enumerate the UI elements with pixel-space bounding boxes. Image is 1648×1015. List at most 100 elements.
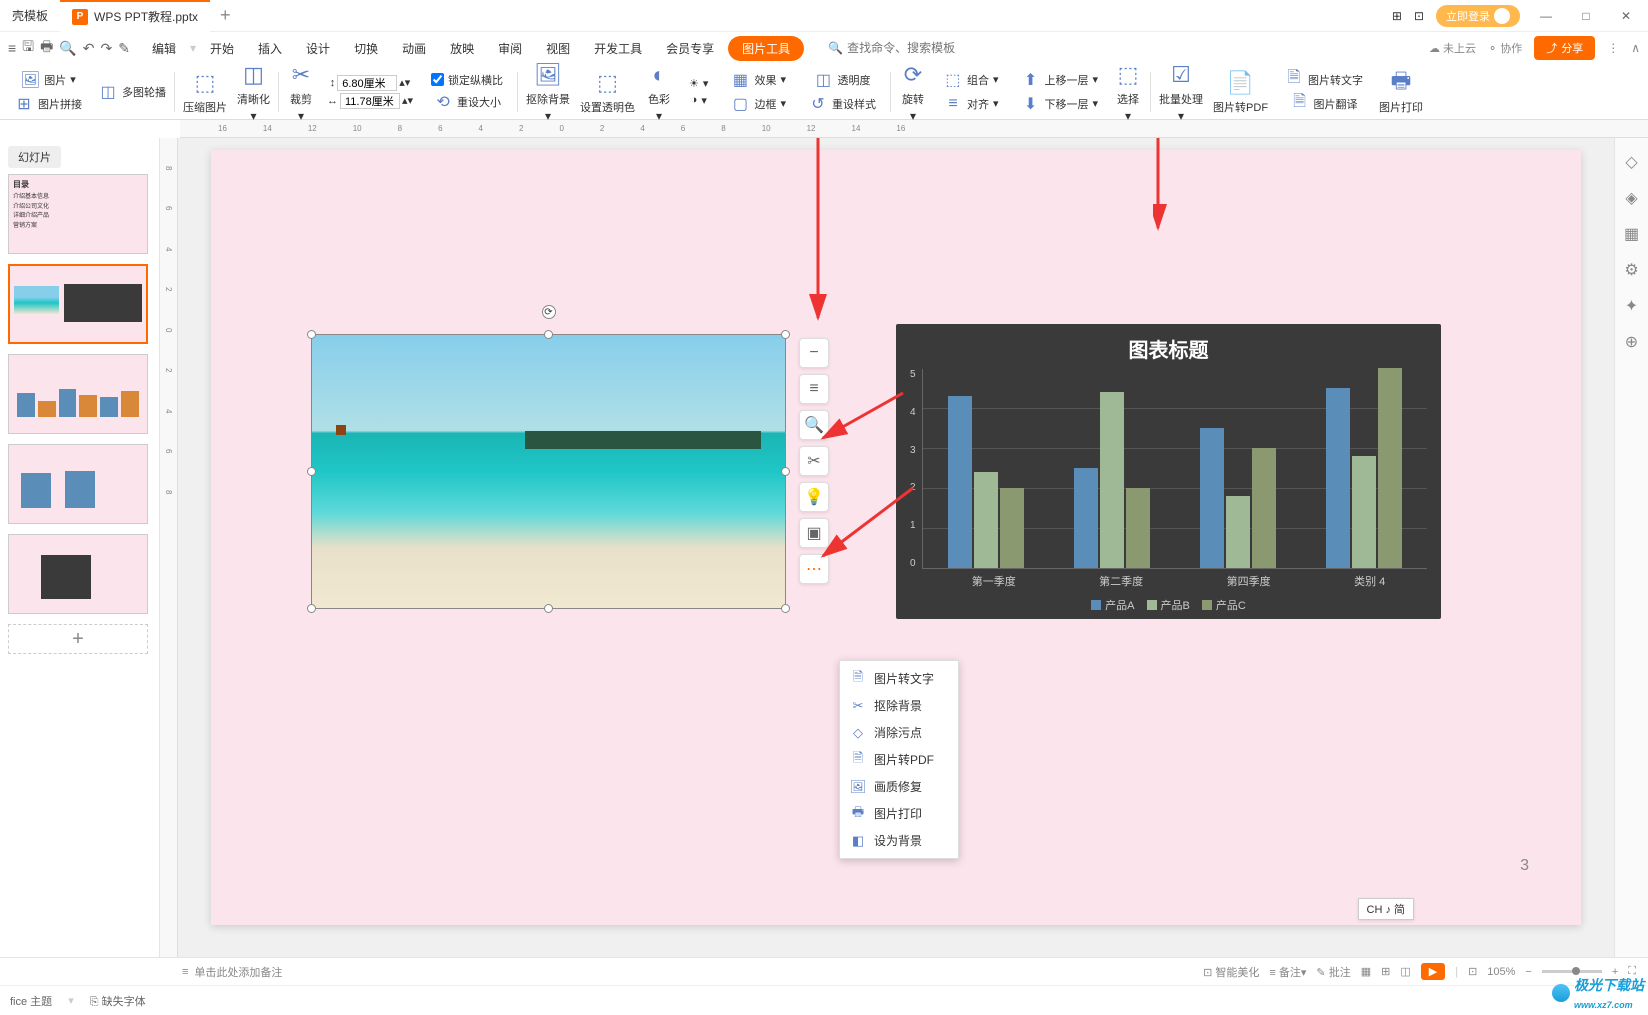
ribbon-lock-ratio[interactable]: 锁定纵横比 (427, 71, 507, 89)
float-minus-button[interactable]: − (799, 338, 829, 368)
add-slide-button[interactable]: + (8, 624, 148, 654)
tab-template[interactable]: 壳模板 (0, 0, 60, 32)
menu-icon[interactable]: ≡ (8, 40, 16, 56)
view-sorter-icon[interactable]: ⊞ (1381, 965, 1390, 978)
float-zoom-button[interactable]: 🔍 (799, 410, 829, 440)
resize-handle[interactable] (544, 330, 553, 339)
collab-button[interactable]: ⚬ 协作 (1488, 40, 1522, 56)
panel-layout-icon[interactable]: ▦ (1622, 224, 1642, 244)
ctx-remove-bg[interactable]: ✂抠除背景 (840, 692, 958, 719)
notes-icon[interactable]: ≡ (182, 966, 188, 978)
search-box[interactable]: 🔍 (828, 41, 987, 55)
ctx-set-bg[interactable]: ◧设为背景 (840, 827, 958, 854)
view-reading-icon[interactable]: ◫ (1400, 965, 1410, 978)
close-button[interactable]: ✕ (1612, 2, 1640, 30)
thumb-5[interactable] (8, 534, 148, 614)
save-icon[interactable]: 🖫 (22, 36, 34, 60)
more-icon[interactable]: ⋮ (1607, 41, 1619, 55)
ribbon-select[interactable]: ⬚选择▾ (1110, 59, 1146, 125)
ribbon-multi-outline[interactable]: ◫多图轮播 (94, 81, 170, 103)
bar-chart[interactable]: 图表标题 01 23 45 第一季度第二季度 第四季度类别 4 (896, 324, 1441, 619)
ribbon-clarity[interactable]: ◫清晰化▾ (233, 59, 274, 125)
ctx-to-pdf[interactable]: 🗎图片转PDF (840, 746, 958, 773)
panel-tools-icon[interactable]: ✦ (1622, 296, 1642, 316)
ribbon-move-up[interactable]: ⬆上移一层▾ (1017, 69, 1103, 91)
search-input[interactable] (847, 41, 987, 55)
fit-icon[interactable]: ⊡ (1468, 965, 1477, 978)
missing-font[interactable]: ⎘ 缺失字体 (90, 993, 146, 1009)
ribbon-combine[interactable]: ⬚组合▾ (939, 69, 1003, 91)
chevron-icon[interactable]: ∧ (1631, 41, 1640, 55)
menu-transition[interactable]: 切换 (344, 36, 388, 61)
tab-active-file[interactable]: P WPS PPT教程.pptx (60, 0, 210, 32)
float-frame-button[interactable]: ▣ (799, 518, 829, 548)
ribbon-crop[interactable]: ✂裁剪▾ (283, 59, 319, 125)
ribbon-align[interactable]: ≡对齐▾ (939, 93, 1003, 115)
rotate-handle[interactable]: ⟳ (542, 305, 556, 319)
thumb-2[interactable] (8, 264, 148, 344)
menu-devtools[interactable]: 开发工具 (584, 36, 652, 61)
preview-icon[interactable]: 🔍 (59, 40, 76, 57)
ribbon-set-trans[interactable]: ⬚设置透明色 (576, 67, 639, 117)
ribbon-to-text[interactable]: 🗎图片转文字 (1280, 69, 1367, 91)
ribbon-transparency[interactable]: ◫透明度 (809, 69, 874, 91)
approve-button[interactable]: ✎ 批注 (1316, 964, 1350, 980)
ribbon-border[interactable]: ▢边框▾ (726, 93, 790, 115)
play-button[interactable]: ▶ (1421, 963, 1445, 980)
share-button[interactable]: ⤴分享 (1534, 36, 1595, 60)
ribbon-reset-size[interactable]: ⟲重设大小 (429, 91, 505, 113)
tab-add-button[interactable]: + (210, 5, 241, 26)
ribbon-compress[interactable]: ⬚压缩图片 (179, 67, 231, 117)
notes-button[interactable]: ≡ 备注▾ (1269, 964, 1306, 980)
undo-icon[interactable]: ↶ (83, 40, 95, 57)
float-idea-button[interactable]: 💡 (799, 482, 829, 512)
ribbon-bright[interactable]: ☀▾ (685, 76, 712, 91)
menu-review[interactable]: 审阅 (488, 36, 532, 61)
zoom-slider[interactable] (1542, 970, 1602, 973)
sidebar-tab-slides[interactable]: 幻灯片 (8, 146, 61, 168)
theme-label[interactable]: fice 主题 (10, 993, 52, 1009)
notes-placeholder[interactable]: 单击此处添加备注 (194, 964, 282, 980)
ribbon-print[interactable]: 🖶图片打印 (1375, 67, 1427, 117)
ribbon-move-down[interactable]: ⬇下移一层▾ (1017, 93, 1103, 115)
menu-pictools[interactable]: 图片工具 (728, 36, 804, 61)
zoom-value[interactable]: 105% (1487, 966, 1515, 978)
beautify-button[interactable]: ⊡ 智能美化 (1203, 964, 1259, 980)
resize-handle[interactable] (781, 330, 790, 339)
redo-icon[interactable]: ↷ (101, 40, 113, 57)
login-button[interactable]: 立即登录 (1436, 5, 1520, 27)
menu-edit[interactable]: 编辑 (142, 36, 186, 61)
height-input[interactable]: ↕▴▾ (330, 75, 411, 91)
panel-animate-icon[interactable]: ◈ (1622, 188, 1642, 208)
ribbon-reset-style[interactable]: ↺重设样式 (804, 93, 880, 115)
float-crop-button[interactable]: ✂ (799, 446, 829, 476)
ctx-quality[interactable]: 🖼画质修复 (840, 773, 958, 800)
menu-insert[interactable]: 插入 (248, 36, 292, 61)
thumb-1[interactable]: 目录 介绍基本信息介绍公司文化 详细介绍产品营销方案 (8, 174, 148, 254)
apps-icon[interactable]: ⊡ (1414, 9, 1424, 23)
format-painter-icon[interactable]: ✎ (118, 40, 130, 57)
maximize-button[interactable]: □ (1572, 2, 1600, 30)
menu-slideshow[interactable]: 放映 (440, 36, 484, 61)
resize-handle[interactable] (544, 604, 553, 613)
thumb-4[interactable] (8, 444, 148, 524)
ribbon-pic-join[interactable]: ⊞图片拼接 (10, 93, 86, 115)
ctx-print[interactable]: 🖶图片打印 (840, 800, 958, 827)
panel-more-icon[interactable]: ⊕ (1622, 332, 1642, 352)
ribbon-color[interactable]: ◐色彩▾ (641, 59, 677, 125)
ribbon-contrast[interactable]: ◑▾ (687, 93, 711, 108)
resize-handle[interactable] (307, 330, 316, 339)
resize-handle[interactable] (307, 604, 316, 613)
ribbon-batch[interactable]: ☑批量处理▾ (1155, 59, 1207, 125)
ribbon-rotate[interactable]: ⟳旋转▾ (895, 59, 931, 125)
minimize-button[interactable]: — (1532, 2, 1560, 30)
menu-design[interactable]: 设计 (296, 36, 340, 61)
ribbon-to-pdf[interactable]: 📄图片转PDF (1209, 67, 1272, 117)
ctx-to-text[interactable]: 🗎图片转文字 (840, 665, 958, 692)
view-normal-icon[interactable]: ▦ (1361, 965, 1371, 978)
ribbon-remove-bg[interactable]: 🖼抠除背景▾ (522, 59, 574, 125)
ribbon-effect[interactable]: ▦效果▾ (726, 69, 790, 91)
menu-animation[interactable]: 动画 (392, 36, 436, 61)
print-icon[interactable]: 🖶 (40, 36, 53, 60)
resize-handle[interactable] (781, 467, 790, 476)
